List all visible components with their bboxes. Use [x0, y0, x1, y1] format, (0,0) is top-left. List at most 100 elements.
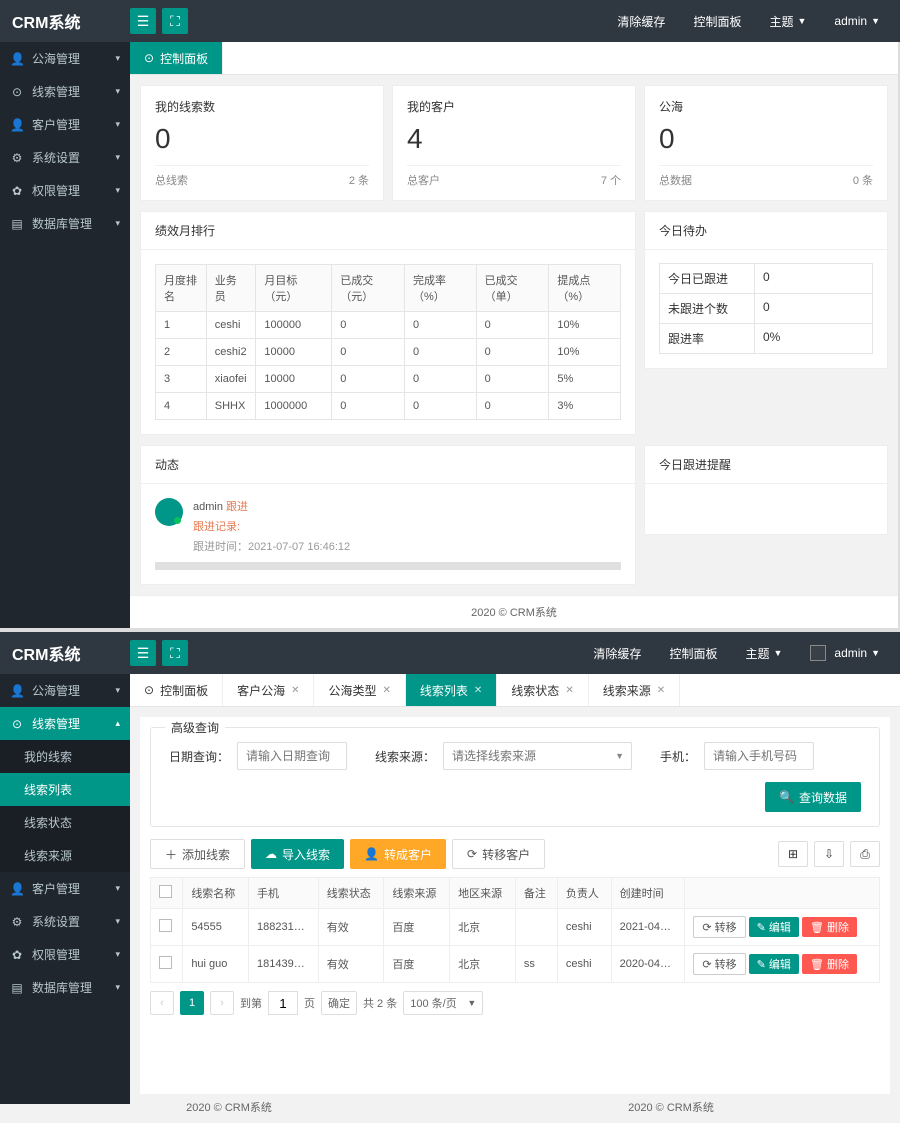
card-title: 公海: [659, 98, 873, 115]
menu-icon: ✿: [10, 948, 24, 962]
sidebar-subitem[interactable]: 我的线索: [0, 740, 130, 773]
user-menu[interactable]: admin▼: [810, 645, 880, 661]
source-select[interactable]: [443, 742, 632, 770]
tab[interactable]: 线索来源✕: [589, 674, 680, 706]
menu-toggle-icon[interactable]: ☰: [130, 8, 156, 34]
chevron-icon: ▾: [115, 916, 120, 927]
tab[interactable]: 客户公海✕: [223, 674, 314, 706]
stat-card: 我的线索数 0 总线索2 条: [140, 85, 384, 201]
edit-button[interactable]: ✎ 编辑: [749, 917, 799, 937]
cloud-icon: ☁: [265, 847, 277, 861]
fullscreen-icon[interactable]: ⛶: [162, 640, 188, 666]
sidebar-item[interactable]: 👤客户管理▾: [0, 872, 130, 905]
scrollbar[interactable]: [155, 562, 621, 570]
close-icon[interactable]: ✕: [383, 685, 391, 696]
chevron-down-icon: ▾: [115, 218, 120, 229]
page-size-select[interactable]: 100 条/页▼: [403, 991, 483, 1015]
checkbox[interactable]: [159, 885, 172, 898]
goto-confirm[interactable]: 确定: [321, 991, 357, 1015]
tab[interactable]: 线索列表✕: [406, 674, 497, 706]
close-icon[interactable]: ✕: [657, 685, 665, 696]
close-icon[interactable]: ✕: [565, 685, 573, 696]
sidebar-subitem[interactable]: 线索来源: [0, 839, 130, 872]
sidebar-item[interactable]: 👤公海管理▾: [0, 674, 130, 707]
delete-button[interactable]: 🗑 删除: [802, 917, 857, 937]
chevron-down-icon: ▼: [871, 16, 880, 26]
pager: ‹ 1 › 到第 页 确定 共 2 条 100 条/页▼: [150, 991, 880, 1015]
print-icon[interactable]: ⎙: [850, 841, 880, 867]
card-value: 0: [155, 123, 369, 155]
sidebar-subitem[interactable]: 线索列表: [0, 773, 130, 806]
footer: 2020 © CRM系统: [130, 595, 898, 628]
transfer-button[interactable]: ⟳ 转移: [693, 916, 745, 938]
phone-label: 手机：: [660, 748, 696, 765]
chevron-down-icon: ▾: [115, 53, 120, 64]
page-1[interactable]: 1: [180, 991, 204, 1015]
sidebar-item[interactable]: ▤数据库管理▾: [0, 207, 130, 240]
date-input[interactable]: [237, 742, 347, 770]
card-title: 我的线索数: [155, 98, 369, 115]
export-icon[interactable]: ⇩: [814, 841, 844, 867]
clear-cache-link[interactable]: 清除缓存: [593, 645, 641, 662]
sidebar-item[interactable]: ⚙系统设置▾: [0, 905, 130, 938]
sidebar-item[interactable]: ✿权限管理▾: [0, 938, 130, 971]
refresh-icon: ⟳: [467, 847, 477, 861]
sidebar-item[interactable]: ⊙线索管理▾: [0, 75, 130, 108]
chevron-down-icon: ▼: [871, 648, 880, 658]
avatar-icon: [810, 645, 826, 661]
fullscreen-icon[interactable]: ⛶: [162, 8, 188, 34]
tab[interactable]: ⊙控制面板: [130, 674, 223, 706]
user-menu[interactable]: admin▼: [834, 14, 880, 28]
theme-menu[interactable]: 主题▼: [769, 13, 806, 30]
activity-panel-title: 动态: [141, 446, 635, 484]
import-lead-button[interactable]: ☁导入线索: [251, 839, 344, 869]
table-row: 3xiaofei100000005%: [156, 366, 621, 393]
sidebar-item[interactable]: 👤客户管理▾: [0, 108, 130, 141]
footer: 2020 © CRM系统: [186, 1099, 272, 1115]
search-submit-button[interactable]: 🔍查询数据: [765, 782, 861, 812]
goto-input[interactable]: [268, 991, 298, 1015]
close-icon[interactable]: ✕: [474, 685, 482, 696]
topbar: CRM系统 ☰ ⛶ 清除缓存 控制面板 主题▼ admin▼: [0, 632, 900, 674]
close-icon[interactable]: ✕: [291, 685, 299, 696]
dashboard-link[interactable]: 控制面板: [669, 645, 717, 662]
brand: CRM系统: [0, 9, 130, 33]
theme-menu[interactable]: 主题▼: [745, 645, 782, 662]
search-fieldset: 高级查询 日期查询： 线索来源： ▼ 手机：: [150, 727, 880, 827]
sidebar: 👤公海管理▾⊙线索管理▾👤客户管理▾⚙系统设置▾✿权限管理▾▤数据库管理▾: [0, 42, 130, 628]
columns-icon[interactable]: ⊞: [778, 841, 808, 867]
sidebar-item[interactable]: ⊙线索管理▴: [0, 707, 130, 740]
edit-button[interactable]: ✎ 编辑: [749, 954, 799, 974]
rank-panel-title: 绩效月排行: [141, 212, 635, 250]
card-value: 0: [659, 123, 873, 155]
transfer-button[interactable]: ⟳ 转移: [693, 953, 745, 975]
sidebar-subitem[interactable]: 线索状态: [0, 806, 130, 839]
today-row: 跟进率0%: [659, 323, 873, 354]
checkbox[interactable]: [159, 919, 172, 932]
checkbox[interactable]: [159, 956, 172, 969]
next-page[interactable]: ›: [210, 991, 234, 1015]
add-lead-button[interactable]: ＋添加线索: [150, 839, 245, 869]
transfer-customer-button[interactable]: ⟳转移客户: [452, 839, 545, 869]
phone-input[interactable]: [704, 742, 814, 770]
sidebar-item[interactable]: ✿权限管理▾: [0, 174, 130, 207]
menu-icon: ⚙: [10, 151, 24, 165]
menu-toggle-icon[interactable]: ☰: [130, 640, 156, 666]
stat-card: 公海 0 总数据0 条: [644, 85, 888, 201]
activity-time: 跟进时间：2021-07-07 16:46:12: [193, 538, 350, 554]
sidebar-item[interactable]: ⚙系统设置▾: [0, 141, 130, 174]
tabs: ⊙控制面板: [130, 42, 898, 75]
delete-button[interactable]: 🗑 删除: [802, 954, 857, 974]
dashboard-link[interactable]: 控制面板: [693, 13, 741, 30]
prev-page[interactable]: ‹: [150, 991, 174, 1015]
convert-customer-button[interactable]: 👤转成客户: [350, 839, 446, 869]
sidebar-item[interactable]: ▤数据库管理▾: [0, 971, 130, 1004]
sidebar-item[interactable]: 👤公海管理▾: [0, 42, 130, 75]
date-label: 日期查询：: [169, 748, 229, 765]
tab[interactable]: ⊙控制面板: [130, 42, 223, 74]
tab[interactable]: 线索状态✕: [497, 674, 588, 706]
clear-cache-link[interactable]: 清除缓存: [617, 13, 665, 30]
source-label: 线索来源：: [375, 748, 435, 765]
chevron-down-icon: ▾: [115, 185, 120, 196]
tab[interactable]: 公海类型✕: [314, 674, 405, 706]
